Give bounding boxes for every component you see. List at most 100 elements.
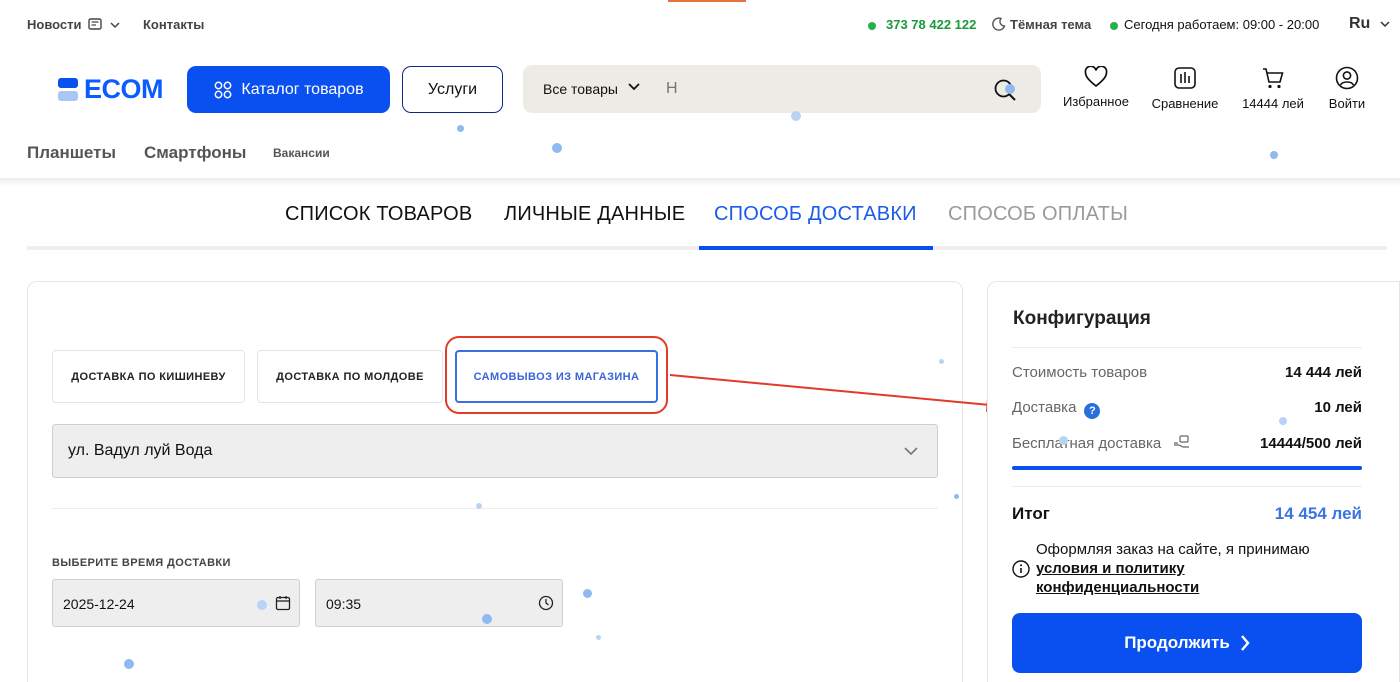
terms-text: Оформляя заказ на сайте, я принимаю xyxy=(1036,541,1310,558)
phone-number: 373 78 422 122 xyxy=(886,17,977,32)
decorative-dot xyxy=(257,600,267,610)
cart-button[interactable]: 14444 лей xyxy=(1238,66,1308,111)
calendar-icon[interactable] xyxy=(275,595,291,611)
cart-total: 14444 лей xyxy=(1242,96,1304,111)
phone-link[interactable]: 373 78 422 122 xyxy=(868,17,976,32)
continue-button-label: Продолжить xyxy=(1124,633,1230,652)
decorative-dot xyxy=(954,494,959,499)
free-delivery-progress xyxy=(1012,466,1362,470)
subnav-vacancies[interactable]: Вакансии xyxy=(273,146,330,160)
login-button[interactable]: Войти xyxy=(1324,66,1370,111)
step-products[interactable]: СПИСОК ТОВАРОВ xyxy=(285,203,472,226)
search-bar[interactable]: Все товары xyxy=(523,65,1041,113)
step-payment[interactable]: СПОСОБ ОПЛАТЫ xyxy=(948,203,1128,226)
time-input[interactable]: 09:35 xyxy=(315,579,563,627)
decorative-dot xyxy=(939,359,944,364)
working-hours: Сегодня работаем: 09:00 - 20:00 xyxy=(1110,17,1319,32)
favorites-button[interactable]: Избранное xyxy=(1061,66,1131,109)
annotation-highlight-box xyxy=(445,336,668,414)
help-icon[interactable]: ? xyxy=(1084,403,1101,419)
chevron-down-icon xyxy=(904,447,918,456)
cart-icon xyxy=(1263,68,1284,89)
step-personal-data[interactable]: ЛИЧНЫЕ ДАННЫЕ xyxy=(504,203,685,226)
logo[interactable]: ECOM xyxy=(58,74,164,104)
chevron-down-icon[interactable] xyxy=(627,82,641,92)
login-label: Войти xyxy=(1328,96,1366,111)
store-select[interactable]: ул. Вадул луй Вода xyxy=(52,424,938,478)
chart-icon xyxy=(1174,67,1196,89)
total-value: 14 454 лей xyxy=(1274,504,1362,523)
divider xyxy=(52,508,938,509)
divider xyxy=(1012,347,1362,348)
user-icon xyxy=(1335,66,1359,90)
decorative-dot xyxy=(791,111,801,121)
decorative-dot xyxy=(583,589,592,598)
decorative-dot xyxy=(1005,84,1015,94)
search-input[interactable] xyxy=(666,77,966,101)
clock-icon[interactable] xyxy=(538,595,554,611)
news-link[interactable]: Новости xyxy=(27,17,120,32)
compare-label: Сравнение xyxy=(1151,96,1219,111)
date-value: 2025-12-24 xyxy=(63,596,135,612)
subnav-tablets[interactable]: Планшеты xyxy=(27,143,116,163)
store-select-value: ул. Вадул луй Вода xyxy=(68,442,213,459)
summary-title: Конфигурация xyxy=(1013,308,1151,329)
decorative-dot xyxy=(552,143,562,153)
working-hours-text: Сегодня работаем: 09:00 - 20:00 xyxy=(1124,17,1320,32)
decorative-dot xyxy=(1059,436,1068,445)
news-label: Новости xyxy=(27,17,82,32)
chevron-down-icon xyxy=(110,22,120,29)
delivery-cost-text: Доставка xyxy=(1012,399,1077,416)
subnav-smartphones[interactable]: Смартфоны xyxy=(144,143,246,163)
language-selector[interactable]: Ru xyxy=(1349,15,1390,33)
decorative-dot xyxy=(1270,151,1278,159)
dark-theme-toggle[interactable]: Тёмная тема xyxy=(992,17,1091,32)
newspaper-icon xyxy=(88,18,102,30)
chevron-right-icon xyxy=(1240,635,1250,651)
decorative-dot xyxy=(124,659,134,669)
search-scope-select[interactable]: Все товары xyxy=(543,81,618,97)
contacts-link[interactable]: Контакты xyxy=(143,17,204,32)
free-delivery-progress-fill xyxy=(1012,466,1362,470)
compare-button[interactable]: Сравнение xyxy=(1149,66,1221,111)
goods-cost-label: Стоимость товаров xyxy=(1012,364,1148,381)
services-button[interactable]: Услуги xyxy=(402,66,503,113)
favorites-label: Избранное xyxy=(1063,94,1129,109)
free-delivery-text: Бесплатная доставка xyxy=(1012,435,1162,452)
language-label: Ru xyxy=(1349,15,1371,32)
grid-icon xyxy=(214,81,232,98)
top-accent-strip xyxy=(668,0,746,2)
chevron-down-icon xyxy=(1380,21,1390,28)
open-status-dot xyxy=(1110,21,1118,30)
free-delivery-value: 14444/500 лей xyxy=(1260,435,1362,452)
moon-icon xyxy=(992,17,1006,31)
heart-icon xyxy=(1084,66,1108,88)
delivery-tab-chisinau[interactable]: ДОСТАВКА ПО КИШИНЕВУ xyxy=(52,350,245,403)
decorative-dot xyxy=(457,125,464,132)
dark-theme-label: Тёмная тема xyxy=(1010,17,1092,32)
logo-mark-icon xyxy=(58,77,78,101)
delivery-tab-moldova[interactable]: ДОСТАВКА ПО МОЛДОВЕ xyxy=(257,350,443,403)
delivery-hand-icon xyxy=(1174,435,1190,448)
terms-link[interactable]: условия и политику конфиденциальности xyxy=(1036,560,1199,596)
steps-active-indicator xyxy=(699,246,933,250)
status-dot xyxy=(868,21,876,30)
catalog-button-label: Каталог товаров xyxy=(241,80,364,98)
continue-button[interactable]: Продолжить xyxy=(1012,613,1362,673)
time-value: 09:35 xyxy=(326,596,362,612)
terms-text-wrap: Оформляя заказ на сайте, я принимаю усло… xyxy=(1036,540,1336,597)
decorative-dot xyxy=(1279,417,1287,425)
delivery-cost-value: 10 лей xyxy=(1314,399,1362,416)
goods-cost-value: 14 444 лей xyxy=(1285,364,1362,381)
decorative-dot xyxy=(596,635,601,640)
header-shadow xyxy=(0,178,1400,186)
checkout-steps: СПИСОК ТОВАРОВ ЛИЧНЫЕ ДАННЫЕ СПОСОБ ДОСТ… xyxy=(27,203,1387,251)
step-delivery[interactable]: СПОСОБ ДОСТАВКИ xyxy=(714,203,917,226)
catalog-button[interactable]: Каталог товаров xyxy=(187,66,390,113)
total-label: Итог xyxy=(1012,504,1050,523)
info-icon xyxy=(1012,560,1030,578)
decorative-dot xyxy=(476,503,482,509)
delivery-cost-label: Доставка? xyxy=(1012,399,1101,419)
delivery-time-label: ВЫБЕРИТЕ ВРЕМЯ ДОСТАВКИ xyxy=(52,557,231,569)
free-delivery-label: Бесплатная доставка xyxy=(1012,435,1191,452)
